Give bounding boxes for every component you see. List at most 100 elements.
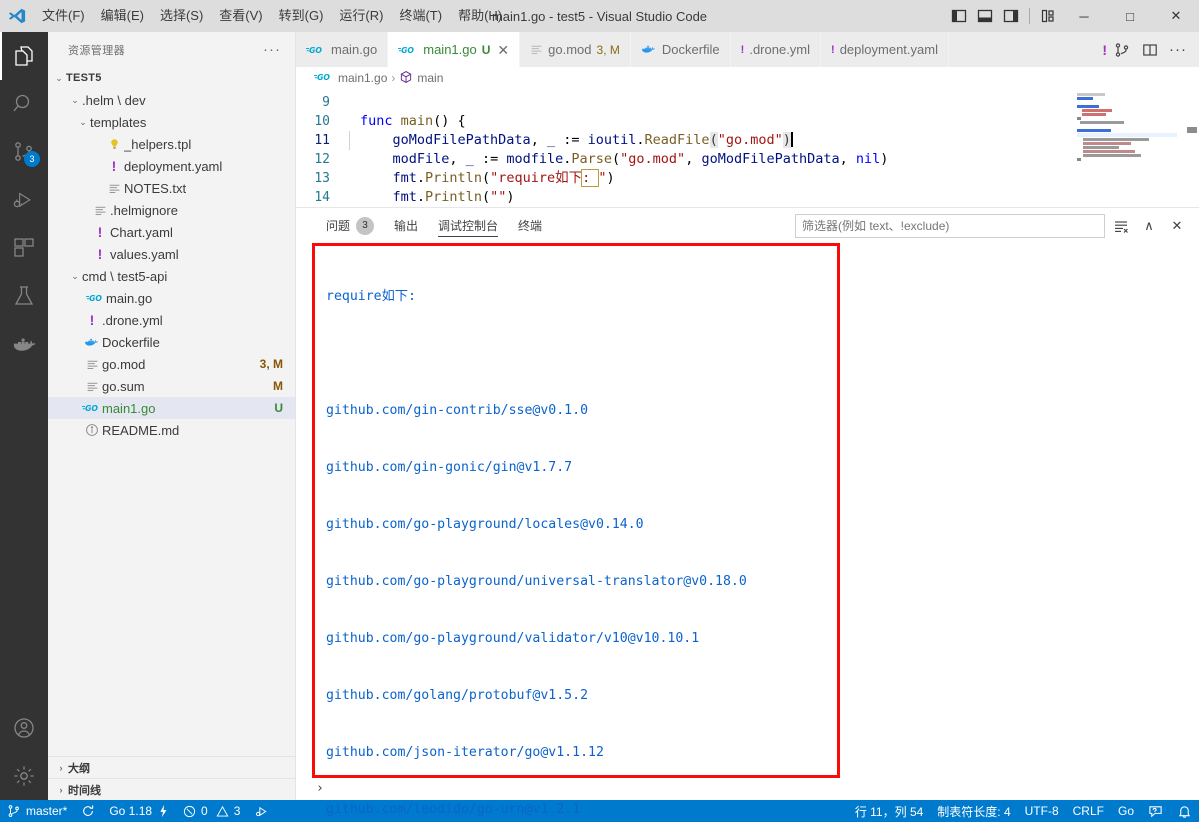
- minimize-button[interactable]: ─: [1061, 0, 1107, 32]
- activity-settings[interactable]: [0, 752, 48, 800]
- toggle-secondary-sidebar-icon[interactable]: [998, 0, 1024, 32]
- tree-row-root[interactable]: ⌄ TEST5: [48, 67, 295, 89]
- tree-row-chart-yaml[interactable]: ! Chart.yaml: [48, 221, 295, 243]
- status-go-version[interactable]: Go 1.18: [102, 800, 176, 822]
- collapse-panel-icon[interactable]: ∧: [1137, 214, 1161, 238]
- tree-row-drone-yml[interactable]: ! .drone.yml: [48, 309, 295, 331]
- tree-row-helm-dev[interactable]: ⌄ .helm \ dev: [48, 89, 295, 111]
- close-panel-icon[interactable]: ✕: [1165, 214, 1189, 238]
- activity-docker[interactable]: [0, 320, 48, 368]
- tab-deployment-yaml[interactable]: ! deployment.yaml: [821, 32, 949, 67]
- bottom-panel: 问题 3 输出 调试控制台 终端 筛选器(例如 text、!exclude) ∧…: [296, 207, 1199, 817]
- status-problems[interactable]: 0 3: [176, 800, 247, 822]
- activity-run-and-debug[interactable]: [0, 176, 48, 224]
- tab-main1-go[interactable]: GO main1.go U ✕: [388, 32, 521, 67]
- txt-icon: [530, 43, 543, 56]
- tab-git-badge: 3, M: [596, 42, 620, 57]
- code-line: 9: [296, 93, 1199, 112]
- status-sync[interactable]: [74, 800, 102, 822]
- go-icon: GO: [314, 71, 334, 86]
- activity-extensions[interactable]: [0, 224, 48, 272]
- toggle-panel-icon[interactable]: [972, 0, 998, 32]
- breadcrumb-separator: ›: [391, 71, 396, 85]
- menu-selection[interactable]: 选择(S): [152, 0, 211, 32]
- tree-row-cmd-test5-api[interactable]: ⌄ cmd \ test5-api: [48, 265, 295, 287]
- activity-accounts[interactable]: [0, 704, 48, 752]
- tab-close-icon[interactable]: ✕: [497, 43, 509, 57]
- menu-go[interactable]: 转到(G): [271, 0, 332, 32]
- tree-row-dockerfile[interactable]: Dockerfile: [48, 331, 295, 353]
- sidebar-more-actions-icon[interactable]: ···: [257, 42, 287, 57]
- panel-tab-problems[interactable]: 问题 3: [316, 208, 384, 243]
- menu-file[interactable]: 文件(F): [34, 0, 93, 32]
- menu-run[interactable]: 运行(R): [331, 0, 391, 32]
- toggle-primary-sidebar-icon[interactable]: [946, 0, 972, 32]
- menu-help[interactable]: 帮助(H): [450, 0, 510, 32]
- filter-input[interactable]: 筛选器(例如 text、!exclude): [795, 213, 1105, 238]
- code-text: modFile, _ := modfile.Parse("go.mod", go…: [360, 151, 889, 167]
- sidebar-section-timeline[interactable]: › 时间线: [48, 778, 295, 800]
- tree-row-go-sum[interactable]: go.sum M: [48, 375, 295, 397]
- svg-text:GO: GO: [317, 73, 330, 82]
- editor-scrollbar[interactable]: [1185, 89, 1199, 207]
- chevron-down-icon: ⌄: [71, 270, 79, 281]
- menu-view[interactable]: 查看(V): [211, 0, 270, 32]
- menu-bar[interactable]: 文件(F) 编辑(E) 选择(S) 查看(V) 转到(G) 运行(R) 终端(T…: [34, 0, 510, 32]
- tree-row-go-mod[interactable]: go.mod 3, M: [48, 353, 295, 375]
- tree-row-main-go[interactable]: GO main.go: [48, 287, 295, 309]
- tree-row-values-yaml[interactable]: ! values.yaml: [48, 243, 295, 265]
- activity-source-control[interactable]: 3: [0, 128, 48, 176]
- tree-row-main1-go[interactable]: GO main1.go U: [48, 397, 295, 419]
- activity-bar: 3: [0, 32, 48, 800]
- more-actions-icon[interactable]: ···: [1165, 35, 1191, 65]
- go-icon: GO: [86, 292, 106, 304]
- line-number: 12: [314, 152, 330, 167]
- panel-tab-terminal[interactable]: 终端: [508, 208, 552, 243]
- close-button[interactable]: ✕: [1153, 0, 1199, 32]
- menu-edit[interactable]: 编辑(E): [93, 0, 152, 32]
- run-debug-icon: [254, 804, 269, 819]
- tree-row-deployment-yaml[interactable]: ! deployment.yaml: [48, 155, 295, 177]
- split-editor-right-icon[interactable]: [1137, 35, 1163, 65]
- activity-testing[interactable]: [0, 272, 48, 320]
- git-status-badge: 3, M: [259, 357, 283, 371]
- tree-label: Dockerfile: [102, 334, 160, 350]
- tab-go-mod[interactable]: go.mod 3, M: [520, 32, 631, 67]
- menu-terminal[interactable]: 终端(T): [391, 0, 450, 32]
- maximize-button[interactable]: □: [1107, 0, 1153, 32]
- debug-console[interactable]: require如下: github.com/gin-contrib/sse@v0…: [296, 243, 1199, 817]
- code-editor[interactable]: 9 10 func main() { 11 goModFilePathData,…: [296, 89, 1199, 207]
- status-branch[interactable]: master*: [0, 800, 74, 822]
- tree-label: cmd \ test5-api: [82, 268, 168, 284]
- tree-row-helpers-tpl[interactable]: _helpers.tpl: [48, 133, 295, 155]
- chevron-right-icon: ›: [59, 784, 63, 795]
- tree-row-templates[interactable]: ⌄ templates: [48, 111, 295, 133]
- sidebar-section-outline[interactable]: › 大纲: [48, 756, 295, 778]
- tree-row-helmignore[interactable]: .helmignore: [48, 199, 295, 221]
- console-line: require如下:: [326, 289, 416, 304]
- customize-layout-icon[interactable]: [1035, 0, 1061, 32]
- source-control-icon: [7, 804, 21, 818]
- tree-row-notes-txt[interactable]: NOTES.txt: [48, 177, 295, 199]
- panel-actions: 筛选器(例如 text、!exclude) ∧ ✕: [795, 213, 1199, 238]
- tree-row-readme-md[interactable]: README.md: [48, 419, 295, 441]
- status-run-debug[interactable]: [247, 800, 276, 822]
- file-tree[interactable]: ⌄ TEST5 ⌄ .helm \ dev ⌄ templates _helpe…: [48, 67, 295, 756]
- tab-main-go[interactable]: GO main.go: [296, 32, 389, 67]
- activity-search[interactable]: [0, 80, 48, 128]
- panel-tab-debug-console[interactable]: 调试控制台: [428, 208, 508, 243]
- clear-console-icon[interactable]: [1109, 214, 1133, 238]
- yaml-icon: !: [111, 158, 117, 174]
- tab-drone-yml[interactable]: ! .drone.yml: [730, 32, 822, 67]
- panel-tab-output[interactable]: 输出: [384, 208, 428, 243]
- breadcrumb-symbol[interactable]: main: [399, 70, 443, 87]
- split-editor-icon[interactable]: [1109, 35, 1135, 65]
- activity-explorer[interactable]: [0, 32, 48, 80]
- error-icon: [183, 805, 196, 818]
- breadcrumb-file[interactable]: GO main1.go: [314, 71, 387, 86]
- tree-label-root: TEST5: [66, 72, 102, 84]
- minimap[interactable]: [1071, 89, 1185, 207]
- scrollbar-thumb[interactable]: [1187, 127, 1197, 133]
- tab-dockerfile[interactable]: Dockerfile: [630, 32, 731, 67]
